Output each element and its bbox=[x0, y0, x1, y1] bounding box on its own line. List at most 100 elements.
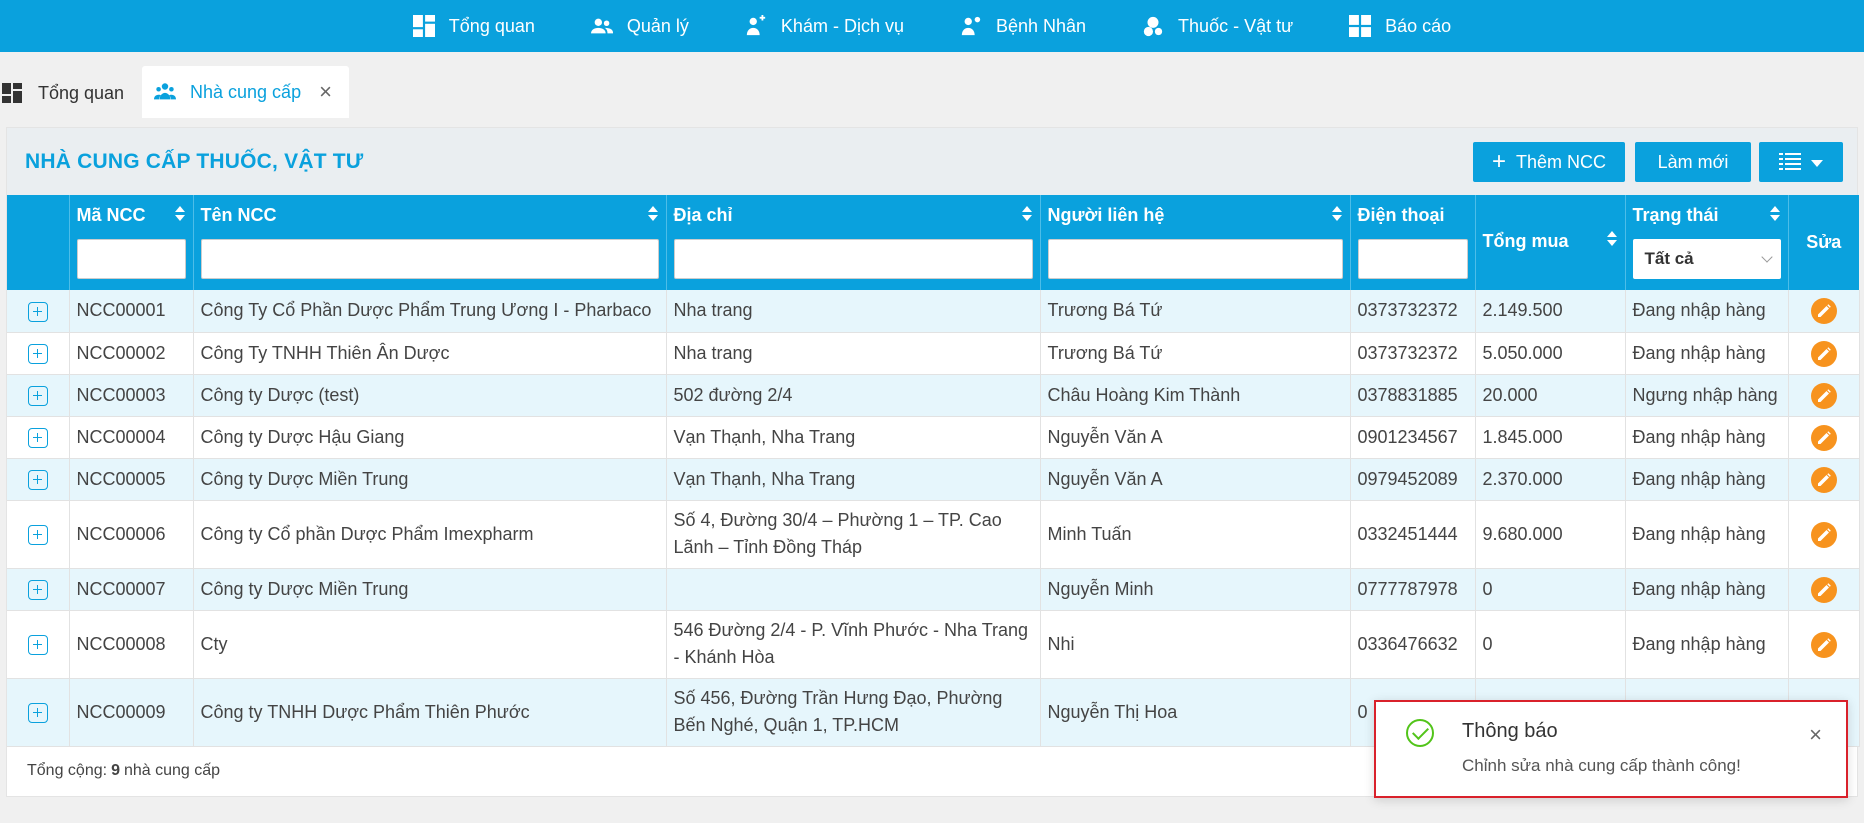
column-header-total[interactable]: Tổng mua bbox=[1475, 195, 1626, 290]
column-header-name[interactable]: Tên NCC bbox=[193, 195, 667, 290]
cell-contact: Trương Bá Tứ bbox=[1040, 332, 1351, 375]
cell-code: NCC00002 bbox=[69, 332, 194, 375]
cell-name: Công ty Cổ phần Dược Phẩm Imexpharm bbox=[193, 500, 667, 569]
cell-contact: Nguyễn Văn A bbox=[1040, 416, 1351, 459]
expand-row-icon[interactable] bbox=[27, 427, 48, 448]
cell-code: NCC00003 bbox=[69, 374, 194, 417]
sort-icon[interactable] bbox=[1606, 231, 1617, 249]
nav-item-label: Báo cáo bbox=[1385, 15, 1452, 36]
dashboard-icon bbox=[2, 83, 22, 103]
column-options-button[interactable] bbox=[1759, 142, 1843, 182]
sort-icon[interactable] bbox=[1769, 206, 1780, 224]
nav-item-label: Bệnh Nhân bbox=[995, 15, 1087, 36]
cell-code: NCC00009 bbox=[69, 678, 194, 747]
cell-phone: 0979452089 bbox=[1350, 458, 1476, 501]
edit-button[interactable] bbox=[1810, 521, 1837, 548]
pencil-icon bbox=[1817, 346, 1831, 360]
table-row: NCC00005 Công ty Dược Miền Trung Vạn Thạnh… bbox=[7, 458, 1860, 501]
expand-row-icon[interactable] bbox=[27, 634, 48, 655]
page-title: NHÀ CUNG CẤP THUỐC, VẬT TƯ bbox=[25, 149, 364, 173]
users-icon bbox=[154, 83, 176, 100]
cell-phone: 0373732372 bbox=[1350, 290, 1476, 333]
phone-filter-input[interactable] bbox=[1357, 239, 1468, 279]
cell-address: Vạn Thạnh, Nha Trang bbox=[666, 416, 1041, 459]
sort-icon[interactable] bbox=[647, 206, 658, 224]
plus-icon: + bbox=[1491, 148, 1506, 175]
cell-code: NCC00007 bbox=[69, 568, 194, 611]
column-header-contact[interactable]: Người liên hệ bbox=[1040, 195, 1351, 290]
pencil-icon bbox=[1817, 304, 1831, 318]
expand-row-icon[interactable] bbox=[27, 343, 48, 364]
code-filter-input[interactable] bbox=[76, 239, 186, 279]
column-header-address[interactable]: Địa chỉ bbox=[666, 195, 1041, 290]
cell-status: Đang nhập hàng bbox=[1625, 416, 1789, 459]
pencil-icon bbox=[1817, 582, 1831, 596]
cell-status: Đang nhập hàng bbox=[1625, 458, 1789, 501]
nav-item-patients[interactable]: Bệnh Nhân bbox=[932, 0, 1114, 52]
cell-code: NCC00001 bbox=[69, 290, 194, 333]
edit-button[interactable] bbox=[1810, 340, 1837, 367]
sort-icon[interactable] bbox=[174, 206, 185, 224]
cell-contact: Châu Hoàng Kim Thành bbox=[1040, 374, 1351, 417]
sort-icon[interactable] bbox=[1021, 206, 1032, 224]
cell-name: Công ty Dược Hậu Giang bbox=[193, 416, 667, 459]
patient-icon bbox=[961, 16, 981, 36]
column-header-phone[interactable]: Điện thoại bbox=[1350, 195, 1476, 290]
add-supplier-button[interactable]: + Thêm NCC bbox=[1473, 142, 1625, 182]
cell-status: Đang nhập hàng bbox=[1625, 290, 1789, 333]
tab-overview[interactable]: Tổng quan bbox=[0, 68, 136, 118]
address-filter-input[interactable] bbox=[673, 239, 1033, 279]
nav-item-overview[interactable]: Tổng quan bbox=[385, 0, 563, 52]
cell-contact: Nguyễn Thị Hoa bbox=[1040, 678, 1351, 747]
status-filter-select[interactable]: Tất cả bbox=[1632, 239, 1781, 279]
edit-button[interactable] bbox=[1810, 382, 1837, 409]
nav-item-label: Quản lý bbox=[626, 15, 689, 36]
expand-row-icon[interactable] bbox=[27, 469, 48, 490]
expand-row-icon[interactable] bbox=[27, 301, 48, 322]
sort-icon[interactable] bbox=[1331, 206, 1342, 224]
medicine-icon bbox=[1143, 16, 1163, 37]
edit-button[interactable] bbox=[1810, 298, 1837, 325]
cell-status: Đang nhập hàng bbox=[1625, 610, 1789, 679]
expand-row-icon[interactable] bbox=[27, 385, 48, 406]
cell-status: Đang nhập hàng bbox=[1625, 500, 1789, 569]
edit-button[interactable] bbox=[1810, 576, 1837, 603]
close-icon[interactable]: × bbox=[319, 79, 332, 105]
edit-button[interactable] bbox=[1810, 466, 1837, 493]
cell-code: NCC00008 bbox=[69, 610, 194, 679]
tab-supplier[interactable]: Nhà cung cấp × bbox=[142, 66, 349, 118]
notification-toast: Thông báo Chỉnh sửa nhà cung cấp thành c… bbox=[1374, 700, 1848, 798]
pencil-icon bbox=[1817, 472, 1831, 486]
expand-row-icon[interactable] bbox=[27, 702, 48, 723]
cell-contact: Minh Tuấn bbox=[1040, 500, 1351, 569]
nav-item-medicine-supplies[interactable]: Thuốc - Vật tư bbox=[1114, 0, 1321, 52]
edit-button[interactable] bbox=[1810, 631, 1837, 658]
cell-contact: Nguyễn Minh bbox=[1040, 568, 1351, 611]
edit-cell bbox=[1788, 500, 1860, 569]
contact-filter-input[interactable] bbox=[1047, 239, 1343, 279]
name-filter-input[interactable] bbox=[200, 239, 659, 279]
expand-row-icon[interactable] bbox=[27, 579, 48, 600]
cell-status: Đang nhập hàng bbox=[1625, 332, 1789, 375]
nav-item-management[interactable]: Quản lý bbox=[563, 0, 717, 52]
column-header-code[interactable]: Mã NCC bbox=[69, 195, 194, 290]
pencil-icon bbox=[1817, 430, 1831, 444]
cell-code: NCC00004 bbox=[69, 416, 194, 459]
edit-cell bbox=[1788, 568, 1860, 611]
close-icon[interactable]: × bbox=[1809, 722, 1822, 748]
refresh-button[interactable]: Làm mới bbox=[1635, 142, 1751, 182]
nav-item-exam-service[interactable]: Khám - Dịch vụ bbox=[717, 0, 932, 52]
pencil-icon bbox=[1817, 388, 1831, 402]
tab-label: Tổng quan bbox=[38, 82, 125, 103]
cell-total: 20.000 bbox=[1475, 374, 1626, 417]
expand-cell bbox=[7, 568, 70, 611]
column-header-status[interactable]: Trạng thái Tất cả bbox=[1625, 195, 1789, 290]
cell-name: Công ty TNHH Dược Phẩm Thiên Phước bbox=[193, 678, 667, 747]
cell-total: 1.845.000 bbox=[1475, 416, 1626, 459]
expand-row-icon[interactable] bbox=[27, 524, 48, 545]
nav-item-reports[interactable]: Báo cáo bbox=[1321, 0, 1479, 52]
column-label: Sửa bbox=[1806, 232, 1842, 252]
expand-cell bbox=[7, 678, 70, 747]
edit-button[interactable] bbox=[1810, 424, 1837, 451]
cell-name: Cty bbox=[193, 610, 667, 679]
